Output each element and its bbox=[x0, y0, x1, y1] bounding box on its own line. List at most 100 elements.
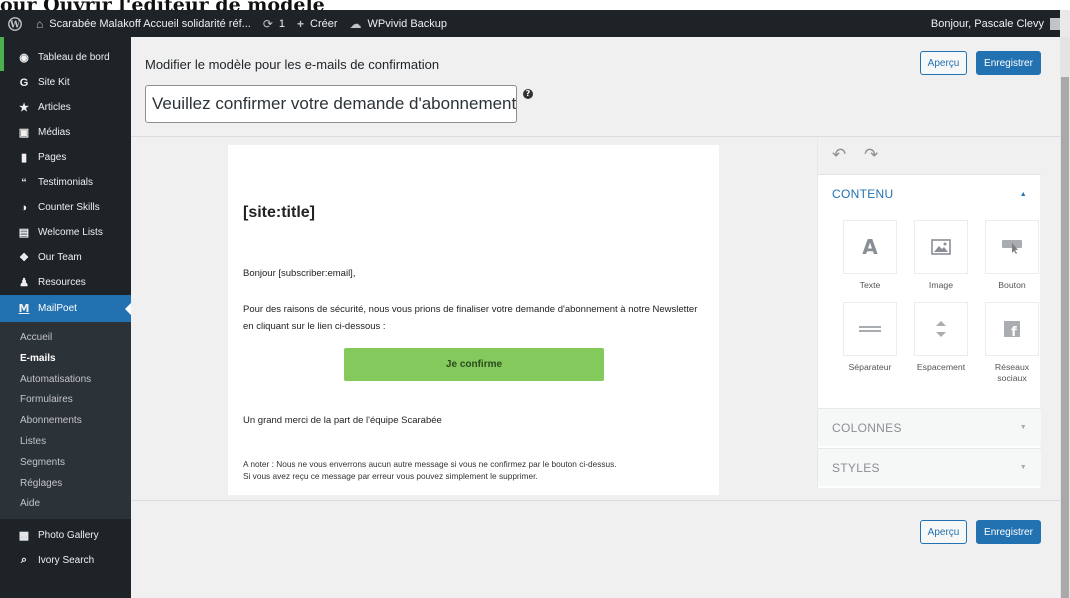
sidebar-item-articles[interactable]: ★ Articles bbox=[0, 95, 131, 120]
page-title: Modifier le modèle pour les e-mails de c… bbox=[145, 57, 440, 72]
editor-sidebar-panel: ↶ ↷ CONTENU ▲ A Texte Image Bouton Sépar… bbox=[817, 137, 1041, 488]
email-note[interactable]: A noter : Nous ne vous enverrons aucun a… bbox=[243, 458, 715, 482]
list-icon: ▤ bbox=[18, 227, 30, 239]
email-note-line1: A noter : Nous ne vous enverrons aucun a… bbox=[243, 459, 617, 469]
svg-text:W: W bbox=[9, 20, 21, 30]
block-image[interactable]: Image bbox=[913, 221, 969, 291]
block-label: Espacement bbox=[916, 362, 966, 372]
confirm-button[interactable]: Je confirme bbox=[344, 348, 604, 381]
block-label: Séparateur bbox=[848, 362, 892, 372]
new-content-link[interactable]: + Créer bbox=[291, 10, 344, 37]
submenu-item-automatisations[interactable]: Automatisations bbox=[0, 370, 131, 391]
sidebar-item-label: Counter Skills bbox=[38, 202, 100, 213]
block-text[interactable]: A Texte bbox=[842, 221, 898, 291]
sidebar-item-resources[interactable]: ♟ Resources bbox=[0, 270, 131, 295]
mailpoet-submenu: Accueil E-mails Automatisations Formulaires… bbox=[0, 322, 131, 520]
wordpress-logo-icon[interactable]: W bbox=[0, 10, 30, 37]
sidebar-item-label: Pages bbox=[38, 152, 67, 163]
block-social[interactable]: f Réseaux sociaux bbox=[984, 303, 1040, 384]
wpvivid-backup-label: WPvivid Backup bbox=[367, 17, 448, 30]
submenu-item-formulaires[interactable]: Formulaires bbox=[0, 390, 131, 411]
columns-section-label: COLONNES bbox=[832, 420, 902, 435]
undo-icon[interactable]: ↶ bbox=[832, 145, 846, 165]
email-title[interactable]: [site:title] bbox=[243, 204, 315, 222]
columns-section-header[interactable]: COLONNES ▼ bbox=[818, 408, 1041, 446]
submenu-item-listes[interactable]: Listes bbox=[0, 432, 131, 453]
submenu-item-accueil[interactable]: Accueil bbox=[0, 328, 131, 349]
updates-link[interactable]: ⟳ 1 bbox=[257, 10, 291, 37]
text-block-icon: A bbox=[844, 221, 896, 273]
sidebar-item-label: Photo Gallery bbox=[38, 530, 99, 542]
sidebar-item-site-kit[interactable]: G Site Kit bbox=[0, 70, 131, 95]
team-icon: ❖ bbox=[19, 252, 29, 264]
scrollbar-thumb[interactable] bbox=[1061, 77, 1069, 598]
submenu-item-e-mails[interactable]: E-mails bbox=[0, 349, 131, 370]
email-thanks[interactable]: Un grand merci de la part de l'équipe Sc… bbox=[243, 412, 713, 429]
sidebar-item-pages[interactable]: ▮ Pages bbox=[0, 145, 131, 170]
block-label: Réseaux sociaux bbox=[994, 362, 1030, 383]
save-button-top[interactable]: Enregistrer bbox=[976, 51, 1041, 75]
save-button-bottom[interactable]: Enregistrer bbox=[976, 520, 1041, 544]
site-name-label: Scarabée Malakoff Accueil solidarité réf… bbox=[49, 17, 251, 30]
google-g-icon: G bbox=[19, 76, 29, 89]
sidebar-item-label: Our Team bbox=[38, 252, 82, 263]
email-canvas[interactable]: [site:title] Bonjour [subscriber:email],… bbox=[228, 145, 719, 495]
block-button[interactable]: Bouton bbox=[984, 221, 1040, 291]
submenu-item-abonnements[interactable]: Abonnements bbox=[0, 411, 131, 432]
subject-input[interactable]: Veuillez confirmer votre demande d'abonn… bbox=[145, 85, 517, 123]
spacer-block-icon bbox=[915, 303, 967, 355]
redo-icon[interactable]: ↷ bbox=[864, 145, 878, 165]
sidebar-item-testimonials[interactable]: “ Testimonials bbox=[0, 170, 131, 195]
image-block-icon bbox=[915, 221, 967, 273]
caret-down-icon: ▼ bbox=[1019, 424, 1027, 431]
styles-section-header[interactable]: STYLES ▼ bbox=[818, 448, 1041, 486]
sidebar-item-counter-skills[interactable]: ◑ Counter Skills bbox=[0, 195, 131, 220]
sidebar-item-label: Articles bbox=[38, 102, 71, 113]
plus-icon: + bbox=[297, 16, 305, 31]
svg-text:A: A bbox=[862, 237, 878, 257]
users-icon: ♟ bbox=[19, 277, 29, 289]
block-label: Image bbox=[928, 280, 954, 290]
tutorial-heading: our Ouvrir l'éditeur de modèle bbox=[0, 0, 1070, 10]
email-greeting[interactable]: Bonjour [subscriber:email], bbox=[243, 265, 713, 282]
styles-section-label: STYLES bbox=[832, 460, 880, 475]
editor-area: [site:title] Bonjour [subscriber:email],… bbox=[131, 136, 1060, 501]
sidebar-item-mailpoet[interactable]: M MailPoet bbox=[0, 295, 131, 322]
page-icon: ▮ bbox=[20, 152, 28, 164]
wpvivid-backup-link[interactable]: ☁ WPvivid Backup bbox=[344, 10, 453, 37]
scrollbar-arrow[interactable] bbox=[1060, 10, 1070, 37]
preview-button-bottom[interactable]: Aperçu bbox=[920, 520, 967, 544]
home-icon: ⌂ bbox=[36, 16, 44, 31]
email-body[interactable]: Pour des raisons de sécurité, nous vous … bbox=[243, 301, 703, 335]
content-section-header[interactable]: CONTENU ▲ bbox=[818, 175, 1041, 213]
site-name-link[interactable]: ⌂ Scarabée Malakoff Accueil solidarité r… bbox=[30, 10, 257, 37]
preview-button-top[interactable]: Aperçu bbox=[920, 51, 967, 75]
palette-icon: ◉ bbox=[19, 52, 29, 64]
email-note-line2: Si vous avez reçu ce message par erreur … bbox=[243, 471, 538, 481]
my-account-link[interactable]: Bonjour, Pascale Clevy bbox=[930, 17, 1070, 30]
admin-bar: W ⌂ Scarabée Malakoff Accueil solidarité… bbox=[0, 10, 1070, 37]
help-icon[interactable]: ? bbox=[523, 89, 533, 99]
caret-down-icon: ▼ bbox=[1019, 464, 1027, 471]
sidebar-item-label: Testimonials bbox=[38, 177, 94, 188]
sidebar-item-our-team[interactable]: ❖ Our Team bbox=[0, 245, 131, 270]
sidebar-item-ivory-search[interactable]: ⌕ Ivory Search bbox=[0, 548, 131, 573]
submenu-item-segments[interactable]: Segments bbox=[0, 453, 131, 474]
button-block-icon bbox=[986, 221, 1038, 273]
submenu-item-r-glages[interactable]: Réglages bbox=[0, 474, 131, 495]
block-spacer[interactable]: Espacement bbox=[913, 303, 969, 373]
block-divider[interactable]: Séparateur bbox=[842, 303, 898, 373]
submenu-item-aide[interactable]: Aide bbox=[0, 494, 131, 515]
sidebar-item-label: Welcome Lists bbox=[38, 227, 103, 238]
sidebar-item-m-dias[interactable]: ▣ Médias bbox=[0, 120, 131, 145]
admin-sidebar: ◉ Tableau de bord G Site Kit ★ Articles ▣ Média… bbox=[0, 37, 131, 598]
caret-up-icon: ▲ bbox=[1019, 190, 1027, 198]
sidebar-item-welcome-lists[interactable]: ▤ Welcome Lists bbox=[0, 220, 131, 245]
sidebar-item-label: Tableau de bord bbox=[38, 52, 110, 63]
social-block-icon: f bbox=[986, 303, 1038, 355]
sidebar-item-tableau-de-bord[interactable]: ◉ Tableau de bord bbox=[0, 45, 131, 70]
greeting-label: Bonjour, Pascale Clevy bbox=[930, 17, 1044, 30]
bottom-action-bar: Aperçu Enregistrer bbox=[131, 501, 1060, 598]
sidebar-item-photo-gallery[interactable]: ▩ Photo Gallery bbox=[0, 523, 131, 548]
page-scrollbar[interactable] bbox=[1060, 37, 1070, 598]
